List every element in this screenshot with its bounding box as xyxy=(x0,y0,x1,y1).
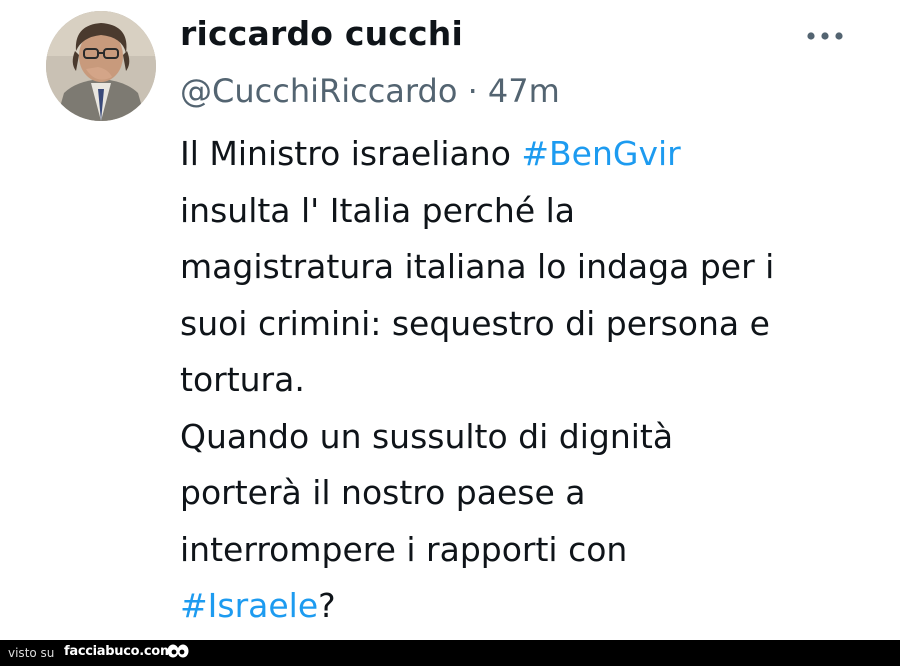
tweet-line: Quando un sussulto di dignità xyxy=(180,416,674,456)
tweet-line: interrompere i rapporti con xyxy=(180,529,628,569)
avatar-photo xyxy=(46,11,156,121)
tweet-line: porterà il nostro paese a xyxy=(180,473,586,512)
tweet-line: magistratura italiana lo indaga per i xyxy=(180,247,775,286)
hashtag-bengvir[interactable]: #BenGvir xyxy=(521,134,680,173)
more-dots-icon xyxy=(807,32,843,40)
tweet-text: Il Ministro israeliano #BenGvir insulta … xyxy=(180,126,880,635)
tweet-line: Il Ministro israeliano #BenGvir xyxy=(180,126,880,183)
tweet-line: tortura. xyxy=(180,360,305,399)
tweet-line: #Israele? xyxy=(180,578,880,635)
avatar[interactable] xyxy=(46,11,156,121)
tweet-text-segment: ? xyxy=(318,586,336,625)
hashtag-israele[interactable]: #Israele xyxy=(180,586,318,625)
tweet-card: riccardo cucchi @CucchiRiccardo · 47m Il… xyxy=(0,0,900,640)
tweet-line: insulta l' Italia perché la xyxy=(180,190,576,230)
eyes-logo-icon xyxy=(167,644,189,658)
tweet-line: suoi crimini: sequestro di persona e xyxy=(180,303,770,343)
timestamp[interactable]: 47m xyxy=(488,72,560,110)
separator-dot: · xyxy=(467,72,478,110)
user-handle[interactable]: @CucchiRiccardo xyxy=(180,72,457,110)
watermark-footer: visto su facciabuco.com xyxy=(0,640,900,666)
display-name[interactable]: riccardo cucchi xyxy=(180,14,463,53)
handle-line: @CucchiRiccardo · 47m xyxy=(180,72,560,110)
tweet-text-segment: Il Ministro israeliano xyxy=(180,134,522,173)
more-options-button[interactable] xyxy=(805,20,853,50)
site-logo-text[interactable]: facciabuco.com xyxy=(64,644,174,659)
visto-su-label: visto su xyxy=(8,646,55,660)
